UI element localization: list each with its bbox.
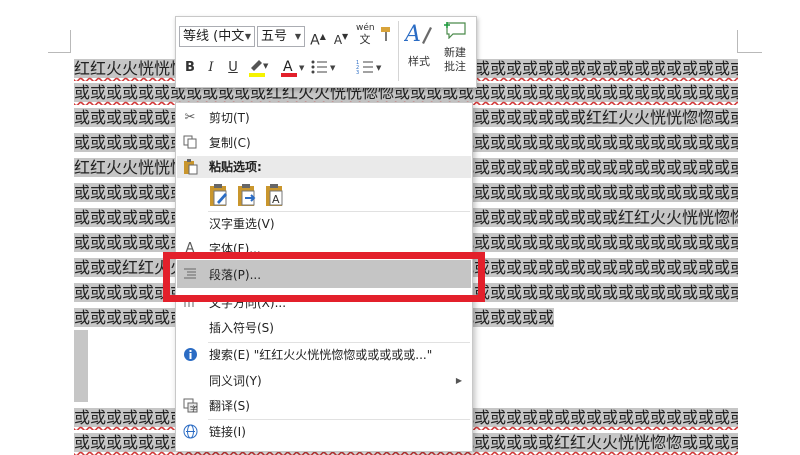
menu-item-translate[interactable]: 字 翻译(S)	[176, 394, 472, 418]
highlight-button[interactable]: ▼	[246, 58, 270, 85]
margin-mark-right	[737, 30, 738, 52]
copy-icon	[182, 135, 198, 151]
styles-button[interactable]: A 样式	[402, 21, 436, 70]
annotation-highlight-box	[163, 252, 485, 302]
paste-merge-formatting-icon[interactable]	[236, 183, 260, 209]
menu-item-cut[interactable]: ✂ 剪切(T)	[176, 106, 472, 130]
italic-button[interactable]: I	[203, 58, 219, 78]
svg-text:3: 3	[356, 70, 359, 76]
menu-item-search[interactable]: 搜索(E) "红红火火恍恍惚惚或或或或或..."	[176, 343, 472, 367]
grow-font-button[interactable]: A▲	[310, 27, 326, 51]
mini-toolbar: 等线 (中文 ▼ 五号 ▼ A▲ A▼ wén 文 A 样式 新建 批注 B I U …	[175, 16, 477, 88]
chevron-down-icon: ▼	[244, 32, 251, 41]
styles-icon: A	[403, 22, 432, 47]
submenu-arrow-icon: ▶	[455, 376, 462, 385]
format-painter-icon[interactable]	[377, 25, 395, 50]
svg-text:字: 字	[190, 404, 197, 413]
menu-item-copy[interactable]: 复制(C)	[176, 131, 472, 155]
translate-icon: 字	[182, 398, 198, 414]
paste-keep-formatting-icon[interactable]	[208, 183, 232, 209]
margin-mark-right-h	[737, 52, 762, 53]
svg-text:▼: ▼	[263, 62, 269, 70]
new-comment-button[interactable]: 新建 批注	[438, 21, 472, 74]
link-icon	[182, 424, 198, 440]
svg-text:A: A	[283, 59, 293, 75]
bold-button[interactable]: B	[181, 58, 199, 78]
bullets-icon: ▼	[311, 60, 336, 74]
menu-item-insert-symbol[interactable]: 插入符号(S)	[176, 316, 472, 340]
menu-item-hanzi-reselect[interactable]: 汉字重选(V)	[176, 212, 472, 236]
svg-text:A: A	[272, 193, 280, 206]
highlighter-icon: ▼	[249, 60, 269, 77]
info-search-icon	[182, 347, 198, 363]
empty-selection	[74, 330, 88, 402]
font-size-dropdown[interactable]: 五号 ▼	[257, 26, 305, 47]
underline-button[interactable]: U	[225, 58, 241, 78]
comment-icon	[444, 22, 466, 40]
clipboard-icon	[183, 159, 198, 182]
font-color-button[interactable]: A ▼	[280, 58, 306, 85]
svg-text:A: A	[404, 22, 421, 47]
svg-text:▼: ▼	[330, 64, 336, 72]
scissors-icon: ✂	[184, 110, 196, 125]
font-name-dropdown[interactable]: 等线 (中文 ▼	[179, 26, 255, 47]
menu-item-link[interactable]: 链接(I)	[176, 420, 472, 444]
numbering-icon: 123▼	[356, 60, 382, 76]
shrink-font-button[interactable]: A▼	[333, 27, 349, 50]
paste-options-header: 粘贴选项:	[177, 156, 471, 178]
chevron-down-icon: ▼	[294, 32, 301, 41]
svg-text:▼: ▼	[376, 64, 382, 72]
font-color-icon: A ▼	[281, 59, 305, 77]
menu-item-synonyms[interactable]: 同义词(Y) ▶	[176, 369, 472, 393]
margin-mark-left-h	[48, 52, 71, 53]
svg-text:▼: ▼	[299, 64, 305, 72]
numbering-button[interactable]: 1 2 3 ▼	[356, 58, 384, 83]
paste-text-only-icon[interactable]: A	[264, 183, 288, 209]
margin-mark-left	[70, 30, 71, 52]
bullets-button[interactable]: ▼	[310, 58, 338, 83]
phonetic-guide-button[interactable]: wén 文	[356, 23, 375, 45]
